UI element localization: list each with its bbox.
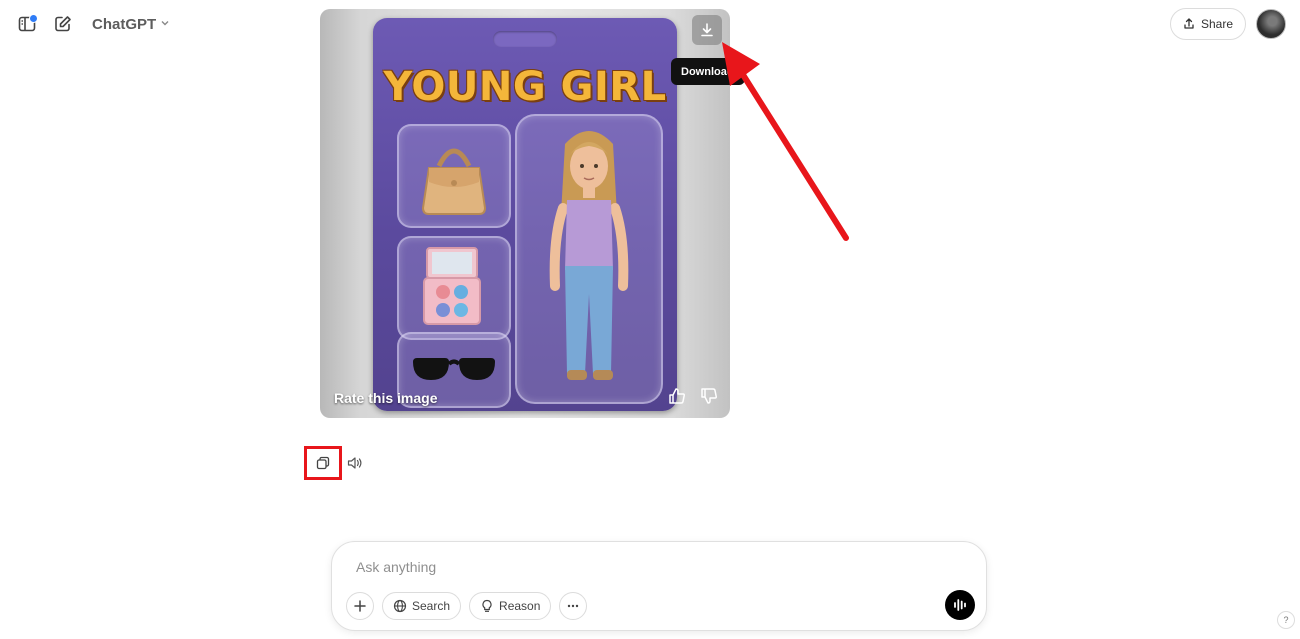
plus-icon: [354, 600, 366, 612]
package-title: YOUNG GIRL: [383, 64, 667, 110]
rate-image-label: Rate this image: [334, 390, 438, 406]
reason-label: Reason: [499, 599, 541, 613]
reason-button[interactable]: Reason: [469, 592, 552, 620]
ellipsis-icon: [568, 604, 579, 608]
lightbulb-icon: [482, 599, 492, 612]
copy-icon: [316, 456, 330, 470]
message-actions: [304, 446, 366, 480]
share-label: Share: [1200, 17, 1233, 31]
doll-figure: [515, 114, 663, 404]
share-button[interactable]: Share: [1169, 8, 1246, 40]
help-button[interactable]: ?: [1277, 611, 1295, 629]
accessory-eyeshadow-palette: [397, 236, 511, 340]
generated-image-card[interactable]: YOUNG GIRL Rate this image: [320, 9, 730, 418]
topbar-left: ChatGPT: [14, 10, 170, 38]
annotation-arrow: [722, 42, 849, 241]
avatar[interactable]: [1256, 9, 1286, 39]
share-icon: [1184, 18, 1194, 29]
prompt-input[interactable]: [354, 558, 918, 576]
model-selector[interactable]: ChatGPT: [92, 16, 170, 33]
search-label: Search: [412, 599, 451, 613]
speaker-icon: [347, 457, 362, 469]
globe-icon: [393, 599, 407, 613]
toy-package-image: YOUNG GIRL: [373, 18, 677, 411]
more-tools-button[interactable]: [559, 592, 588, 620]
thumbs-up-icon[interactable]: [668, 387, 686, 410]
composer: Search Reason: [331, 541, 987, 631]
sidebar-toggle-icon[interactable]: [14, 11, 40, 37]
image-rating-buttons: [668, 387, 718, 410]
copy-button[interactable]: [304, 446, 342, 480]
new-chat-icon[interactable]: [50, 11, 76, 37]
topbar-right: Share: [1169, 8, 1286, 40]
accessory-handbag: [397, 124, 511, 228]
chevron-down-icon: [160, 18, 170, 31]
composer-tools: Search Reason: [346, 592, 588, 620]
read-aloud-button[interactable]: [344, 448, 366, 478]
voice-wave-icon: [954, 599, 966, 611]
thumbs-down-icon[interactable]: [700, 387, 718, 410]
voice-mode-button[interactable]: [945, 590, 975, 620]
package-hang-tab: [493, 31, 557, 47]
model-name: ChatGPT: [92, 15, 157, 33]
search-button[interactable]: Search: [382, 592, 462, 620]
attach-button[interactable]: [346, 592, 374, 620]
notification-dot: [29, 14, 38, 23]
